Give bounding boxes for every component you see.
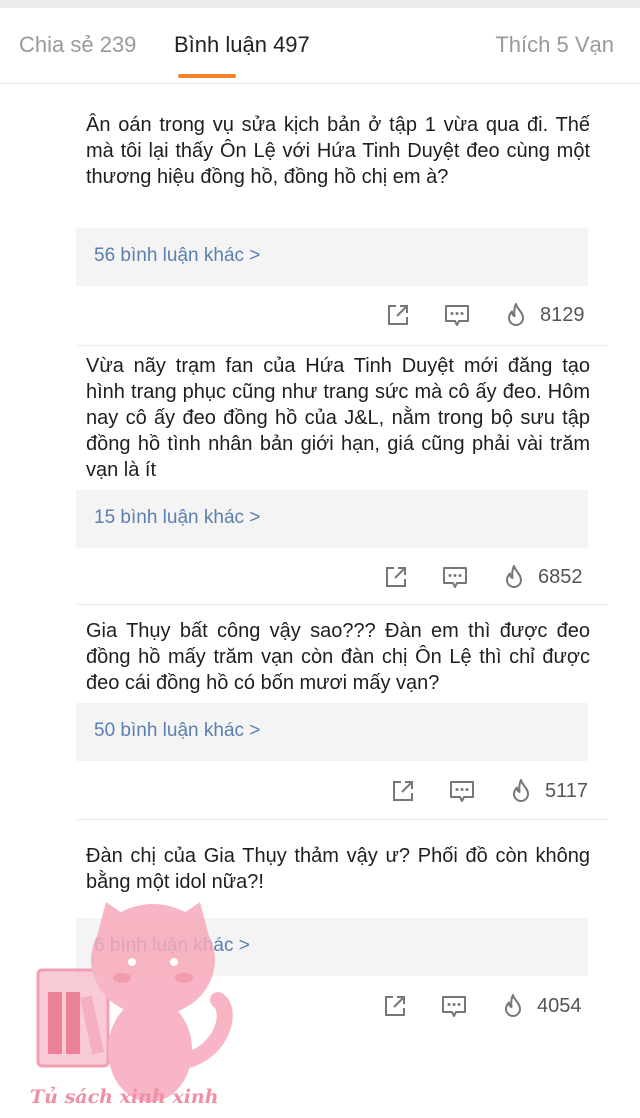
- comment-actions: 4054: [76, 991, 608, 1021]
- comment-actions: 8129: [76, 300, 608, 330]
- share-button[interactable]: [382, 562, 410, 592]
- more-replies-link[interactable]: 15 bình luận khác >: [94, 507, 260, 529]
- more-replies-link[interactable]: 56 bình luận khác >: [94, 245, 260, 267]
- comment-text: Vừa nãy trạm fan của Hứa Tinh Duyệt mới …: [86, 355, 590, 481]
- heat-button[interactable]: 4054: [499, 991, 582, 1021]
- watermark-text: Tủ sách xinh xinh: [30, 1086, 219, 1108]
- heat-button[interactable]: 5117: [507, 776, 588, 806]
- share-button[interactable]: [384, 300, 412, 330]
- comment-bubble-icon: [443, 567, 467, 588]
- reply-button[interactable]: [443, 300, 471, 330]
- heat-button[interactable]: 6852: [500, 562, 583, 592]
- comment-bubble-icon: [450, 781, 474, 802]
- share-button[interactable]: [389, 776, 417, 806]
- more-replies-link[interactable]: 50 bình luận khác >: [94, 720, 260, 742]
- comment-text: Đàn chị của Gia Thụy thảm vậy ư? Phối đồ…: [86, 845, 590, 893]
- tab-comments[interactable]: Bình luận 497: [174, 32, 310, 58]
- share-box-arrow-icon: [386, 567, 406, 587]
- flame-icon: [506, 565, 522, 588]
- reply-button[interactable]: [448, 776, 476, 806]
- share-box-arrow-icon: [388, 305, 408, 325]
- more-replies-box[interactable]: 50 bình luận khác >: [76, 703, 588, 761]
- heat-count: 5117: [545, 779, 589, 802]
- share-button[interactable]: [381, 991, 409, 1021]
- comment-actions: 5117: [76, 776, 608, 806]
- share-box-arrow-icon: [393, 781, 413, 801]
- flame-icon: [505, 994, 521, 1017]
- comment-text: Gia Thụy bất công vậy sao??? Đàn em thì …: [86, 620, 590, 694]
- active-tab-indicator: [178, 74, 236, 78]
- comment-actions: 6852: [76, 562, 608, 592]
- comment-item: Đàn chị của Gia Thụy thảm vậy ư? Phối đồ…: [76, 820, 608, 1040]
- heat-count: 4054: [537, 994, 582, 1017]
- reply-button[interactable]: [440, 991, 468, 1021]
- comment-bubble-icon: [442, 996, 466, 1017]
- comment-item: Vừa nãy trạm fan của Hứa Tinh Duyệt mới …: [76, 346, 608, 605]
- heat-count: 8129: [540, 303, 585, 326]
- comment-item: Gia Thụy bất công vậy sao??? Đàn em thì …: [76, 605, 608, 820]
- comment-text: Ân oán trong vụ sửa kịch bản ở tập 1 vừa…: [86, 114, 590, 188]
- more-replies-link[interactable]: 6 bình luận khác >: [94, 935, 250, 957]
- more-replies-box[interactable]: 15 bình luận khác >: [76, 490, 588, 548]
- more-replies-box[interactable]: 6 bình luận khác >: [76, 918, 588, 976]
- share-box-arrow-icon: [385, 996, 405, 1016]
- heat-count: 6852: [538, 565, 583, 588]
- comment-item: Ân oán trong vụ sửa kịch bản ở tập 1 vừa…: [76, 84, 608, 346]
- tab-share[interactable]: Chia sẻ 239: [19, 32, 136, 58]
- tab-bar: Chia sẻ 239 Bình luận 497 Thích 5 Vạn: [0, 8, 640, 84]
- flame-icon: [508, 303, 524, 326]
- reply-button[interactable]: [441, 562, 469, 592]
- flame-icon: [513, 779, 529, 802]
- heat-button[interactable]: 8129: [502, 300, 585, 330]
- top-edge-bar: [0, 0, 640, 8]
- comment-bubble-icon: [445, 305, 469, 326]
- more-replies-box[interactable]: 56 bình luận khác >: [76, 228, 588, 286]
- tab-likes[interactable]: Thích 5 Vạn: [495, 32, 614, 58]
